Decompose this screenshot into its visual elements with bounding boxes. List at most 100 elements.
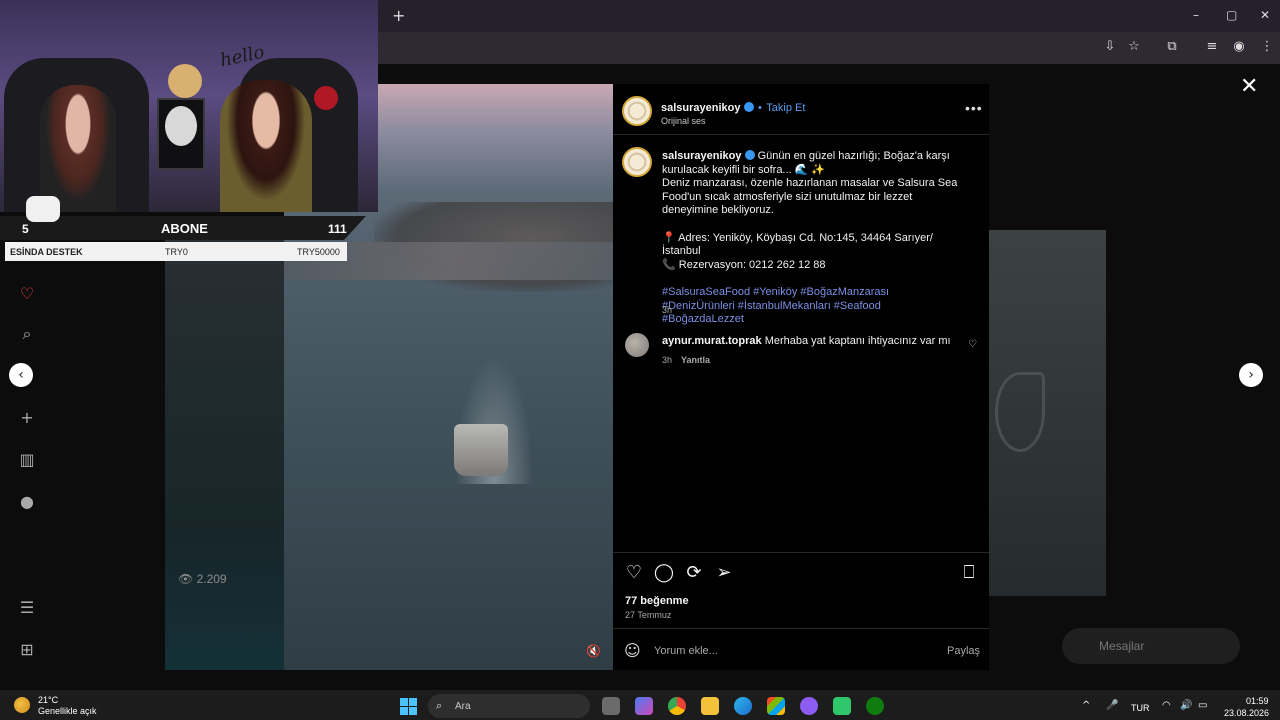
mute-icon[interactable]: 🔇	[586, 644, 601, 658]
notifications-icon[interactable]: ♡	[17, 284, 37, 304]
whatsapp-icon[interactable]	[833, 697, 851, 715]
battery-icon[interactable]: ▭	[1198, 700, 1207, 711]
previous-post-views: 👁 2.209	[178, 572, 227, 586]
close-window-button[interactable]: ✕	[1260, 8, 1270, 22]
verified-icon	[743, 102, 754, 112]
subscriber-label: ABONE	[161, 221, 208, 236]
rose-decor	[314, 86, 338, 110]
language-indicator[interactable]: TUR	[1131, 703, 1150, 713]
install-icon[interactable]: ⇩	[1101, 39, 1119, 57]
comment: aynur.murat.toprak Merhaba yat kaptanı i…	[662, 335, 951, 347]
commenter-avatar[interactable]	[625, 333, 649, 357]
comment-box-divider	[613, 628, 989, 629]
caption-author-avatar[interactable]	[622, 147, 652, 177]
save-icon[interactable]: ⎕	[958, 562, 980, 584]
audio-label[interactable]: Orijinal ses	[661, 116, 805, 126]
task-view-icon[interactable]	[602, 697, 620, 715]
clock-time[interactable]: 01:59	[1246, 696, 1269, 706]
previous-post-preview[interactable]	[165, 230, 285, 670]
shelf-decor	[168, 64, 202, 98]
header-divider	[613, 134, 989, 135]
next-arrow-icon[interactable]: ›	[1239, 363, 1263, 387]
search-icon[interactable]: ⌕	[17, 324, 37, 344]
subscriber-count: 111	[328, 222, 347, 236]
app-icon[interactable]	[800, 697, 818, 715]
weather-widget[interactable]: 21°C Genellikle açık	[38, 695, 97, 717]
profile-avatar-icon[interactable]: ●	[17, 492, 37, 512]
comment-like-icon[interactable]: ♡	[968, 339, 977, 350]
search-icon: ⌕	[436, 699, 443, 712]
header-separator: •	[757, 102, 762, 114]
volume-icon[interactable]: 🔊	[1180, 700, 1192, 711]
clock-date[interactable]: 23.08.2026	[1224, 708, 1269, 718]
share-icon[interactable]: ➢	[713, 562, 735, 584]
menu-icon[interactable]: ⋮	[1258, 39, 1276, 57]
caption-address: 📍 Adres: Yeniköy, Köybaşı Cd. No:145, 34…	[662, 231, 933, 258]
comment-text: Merhaba yat kaptanı ihtiyacınız var mı	[764, 335, 951, 347]
caption-username[interactable]: salsurayenikoy	[662, 150, 742, 162]
messages-button[interactable]	[1062, 628, 1240, 664]
minimize-button[interactable]: –	[1193, 8, 1199, 22]
stat-left-value: 5	[22, 222, 29, 236]
weather-icon[interactable]	[14, 697, 30, 713]
media-icon[interactable]: ≡	[1203, 39, 1221, 57]
star-icon[interactable]: ☆	[1125, 39, 1143, 57]
taskbar-search[interactable]	[428, 694, 590, 718]
store-icon[interactable]	[767, 697, 785, 715]
discord-icon	[26, 196, 60, 222]
repost-icon[interactable]: ⟳	[683, 562, 705, 584]
more-options-icon[interactable]: •••	[965, 100, 983, 116]
start-icon[interactable]	[400, 698, 417, 715]
chrome-icon[interactable]	[668, 697, 686, 715]
restore-button[interactable]: ▢	[1226, 8, 1237, 22]
new-tab-button[interactable]: +	[392, 6, 405, 25]
cat-picture	[165, 106, 197, 146]
weather-condition: Genellikle açık	[38, 706, 97, 716]
emoji-icon[interactable]: ☺	[624, 641, 641, 660]
donation-goal: TRY50000	[297, 247, 340, 257]
close-icon[interactable]: ✕	[1240, 74, 1258, 99]
salsura-logo-watermark	[995, 372, 1045, 452]
also-from-meta-icon[interactable]: ⊞	[17, 640, 37, 660]
copilot-icon[interactable]	[635, 697, 653, 715]
wifi-icon[interactable]: ◠	[1162, 700, 1171, 711]
post-date: 27 Temmuz	[625, 610, 672, 620]
boat	[454, 424, 508, 476]
caption-time: 3h	[662, 305, 673, 315]
likes-count[interactable]: 77 beğenme	[625, 595, 689, 607]
temperature: 21°C	[38, 695, 59, 705]
comment-input[interactable]: Yorum ekle...	[654, 645, 718, 657]
previous-arrow-icon[interactable]: ‹	[9, 363, 33, 387]
caption-line-2: Deniz manzarası, özenle hazırlanan masal…	[662, 177, 958, 217]
messages-label: Mesajlar	[1099, 639, 1145, 653]
follow-button[interactable]: Takip Et	[766, 102, 805, 114]
caption-hashtags[interactable]: #SalsuraSeaFood #Yeniköy #BoğazManzarası…	[662, 286, 889, 325]
dashboard-icon[interactable]: ▥	[17, 450, 37, 470]
create-icon[interactable]: +	[17, 408, 37, 428]
webcam-overlay: hello	[0, 0, 378, 212]
microphone-icon[interactable]: 🎤	[1106, 700, 1118, 711]
xbox-icon[interactable]	[866, 697, 884, 715]
caption-phone: 📞 Rezervasyon: 0212 262 12 88	[662, 258, 826, 271]
actions-divider	[613, 552, 989, 553]
streamer-left	[40, 85, 116, 212]
comment-time: 3h	[662, 355, 673, 365]
screen: + – ▢ ✕ ⇩ ☆ ⧉ ≡ ◉ ⋮ ♡ ⌕ + ▥ ● ☰ ⊞ 👁 2.20…	[0, 0, 1280, 720]
post-author-avatar[interactable]	[622, 96, 652, 126]
file-explorer-icon[interactable]	[701, 697, 719, 715]
reply-button[interactable]: Yanıtla	[681, 355, 710, 365]
verified-icon	[744, 150, 755, 160]
commenter-username[interactable]: aynur.murat.toprak	[662, 335, 762, 347]
post-caption: salsurayenikoy Günün en güzel hazırlığı;…	[662, 150, 962, 327]
tray-expand-icon[interactable]: ^	[1082, 700, 1090, 711]
more-menu-icon[interactable]: ☰	[17, 598, 37, 618]
edge-icon[interactable]	[734, 697, 752, 715]
extensions-icon[interactable]: ⧉	[1163, 39, 1181, 57]
streamer-right	[220, 80, 312, 212]
profile-icon[interactable]: ◉	[1230, 39, 1248, 57]
comment-icon[interactable]: ◯	[653, 562, 675, 584]
like-icon[interactable]: ♡	[623, 562, 645, 584]
post-comment-button[interactable]: Paylaş	[947, 645, 980, 657]
donation-label: ESİNDA DESTEK	[10, 247, 83, 257]
post-author-username[interactable]: salsurayenikoy	[661, 102, 741, 114]
